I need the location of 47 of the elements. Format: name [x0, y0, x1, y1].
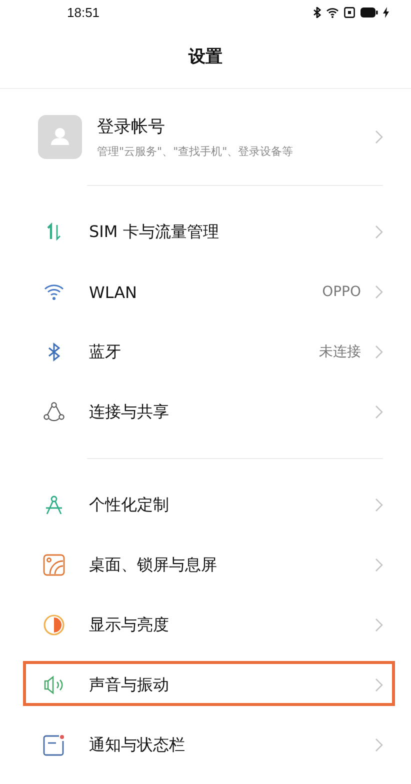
settings-item[interactable]: 通知与状态栏 [0, 715, 411, 775]
chevron-icon [375, 405, 383, 419]
wallpaper-icon [43, 554, 65, 576]
item-label: 个性化定制 [89, 494, 170, 516]
item-label: 桌面、锁屏与息屏 [89, 554, 218, 576]
account-subtitle: 管理"云服务"、"查找手机"、登录设备等 [97, 144, 294, 159]
settings-item[interactable]: 蓝牙 未连接 [0, 322, 411, 382]
item-label: 通知与状态栏 [89, 734, 186, 756]
item-label: 声音与振动 [89, 674, 170, 696]
item-label: 显示与亮度 [89, 614, 170, 636]
status-time: 18:51 [67, 4, 100, 20]
settings-item[interactable]: 个性化定制 [0, 475, 411, 535]
sim-icon [344, 6, 355, 18]
account-row[interactable]: 登录帐号 管理"云服务"、"查找手机"、登录设备等 [0, 89, 411, 185]
chevron-icon [375, 558, 383, 572]
compass-icon [43, 494, 65, 516]
charging-icon [383, 6, 389, 18]
bluetooth-icon [313, 6, 321, 18]
settings-item[interactable]: 连接与共享 [0, 382, 411, 442]
item-label: WLAN [89, 282, 138, 302]
notification-icon [43, 734, 65, 756]
settings-item[interactable]: 声音与振动 [0, 655, 411, 715]
chevron-icon [375, 738, 383, 752]
item-label: 连接与共享 [89, 402, 170, 422]
speaker-icon [43, 674, 65, 696]
chevron-icon [375, 678, 383, 692]
settings-item[interactable]: WLAN OPPO [0, 262, 411, 322]
half-circle-icon [43, 614, 65, 636]
item-label: SIM 卡与流量管理 [89, 222, 220, 242]
wifi-icon [326, 6, 339, 18]
settings-item[interactable]: SIM 卡与流量管理 [0, 202, 411, 262]
page-title: 设置 [188, 46, 222, 68]
settings-item[interactable]: 显示与亮度 [0, 595, 411, 655]
chevron-icon [375, 498, 383, 512]
chevron-icon [375, 130, 383, 144]
settings-item[interactable]: 桌面、锁屏与息屏 [0, 535, 411, 595]
item-value: OPPO [322, 284, 361, 300]
chevron-icon [375, 345, 383, 359]
chevron-icon [375, 285, 383, 299]
share-icon [43, 401, 65, 423]
avatar-icon [38, 115, 82, 159]
chevron-icon [375, 225, 383, 239]
item-label: 蓝牙 [89, 342, 122, 362]
account-title: 登录帐号 [97, 116, 166, 138]
item-value: 未连接 [319, 343, 361, 361]
chevron-icon [375, 618, 383, 632]
battery-icon [360, 6, 378, 18]
